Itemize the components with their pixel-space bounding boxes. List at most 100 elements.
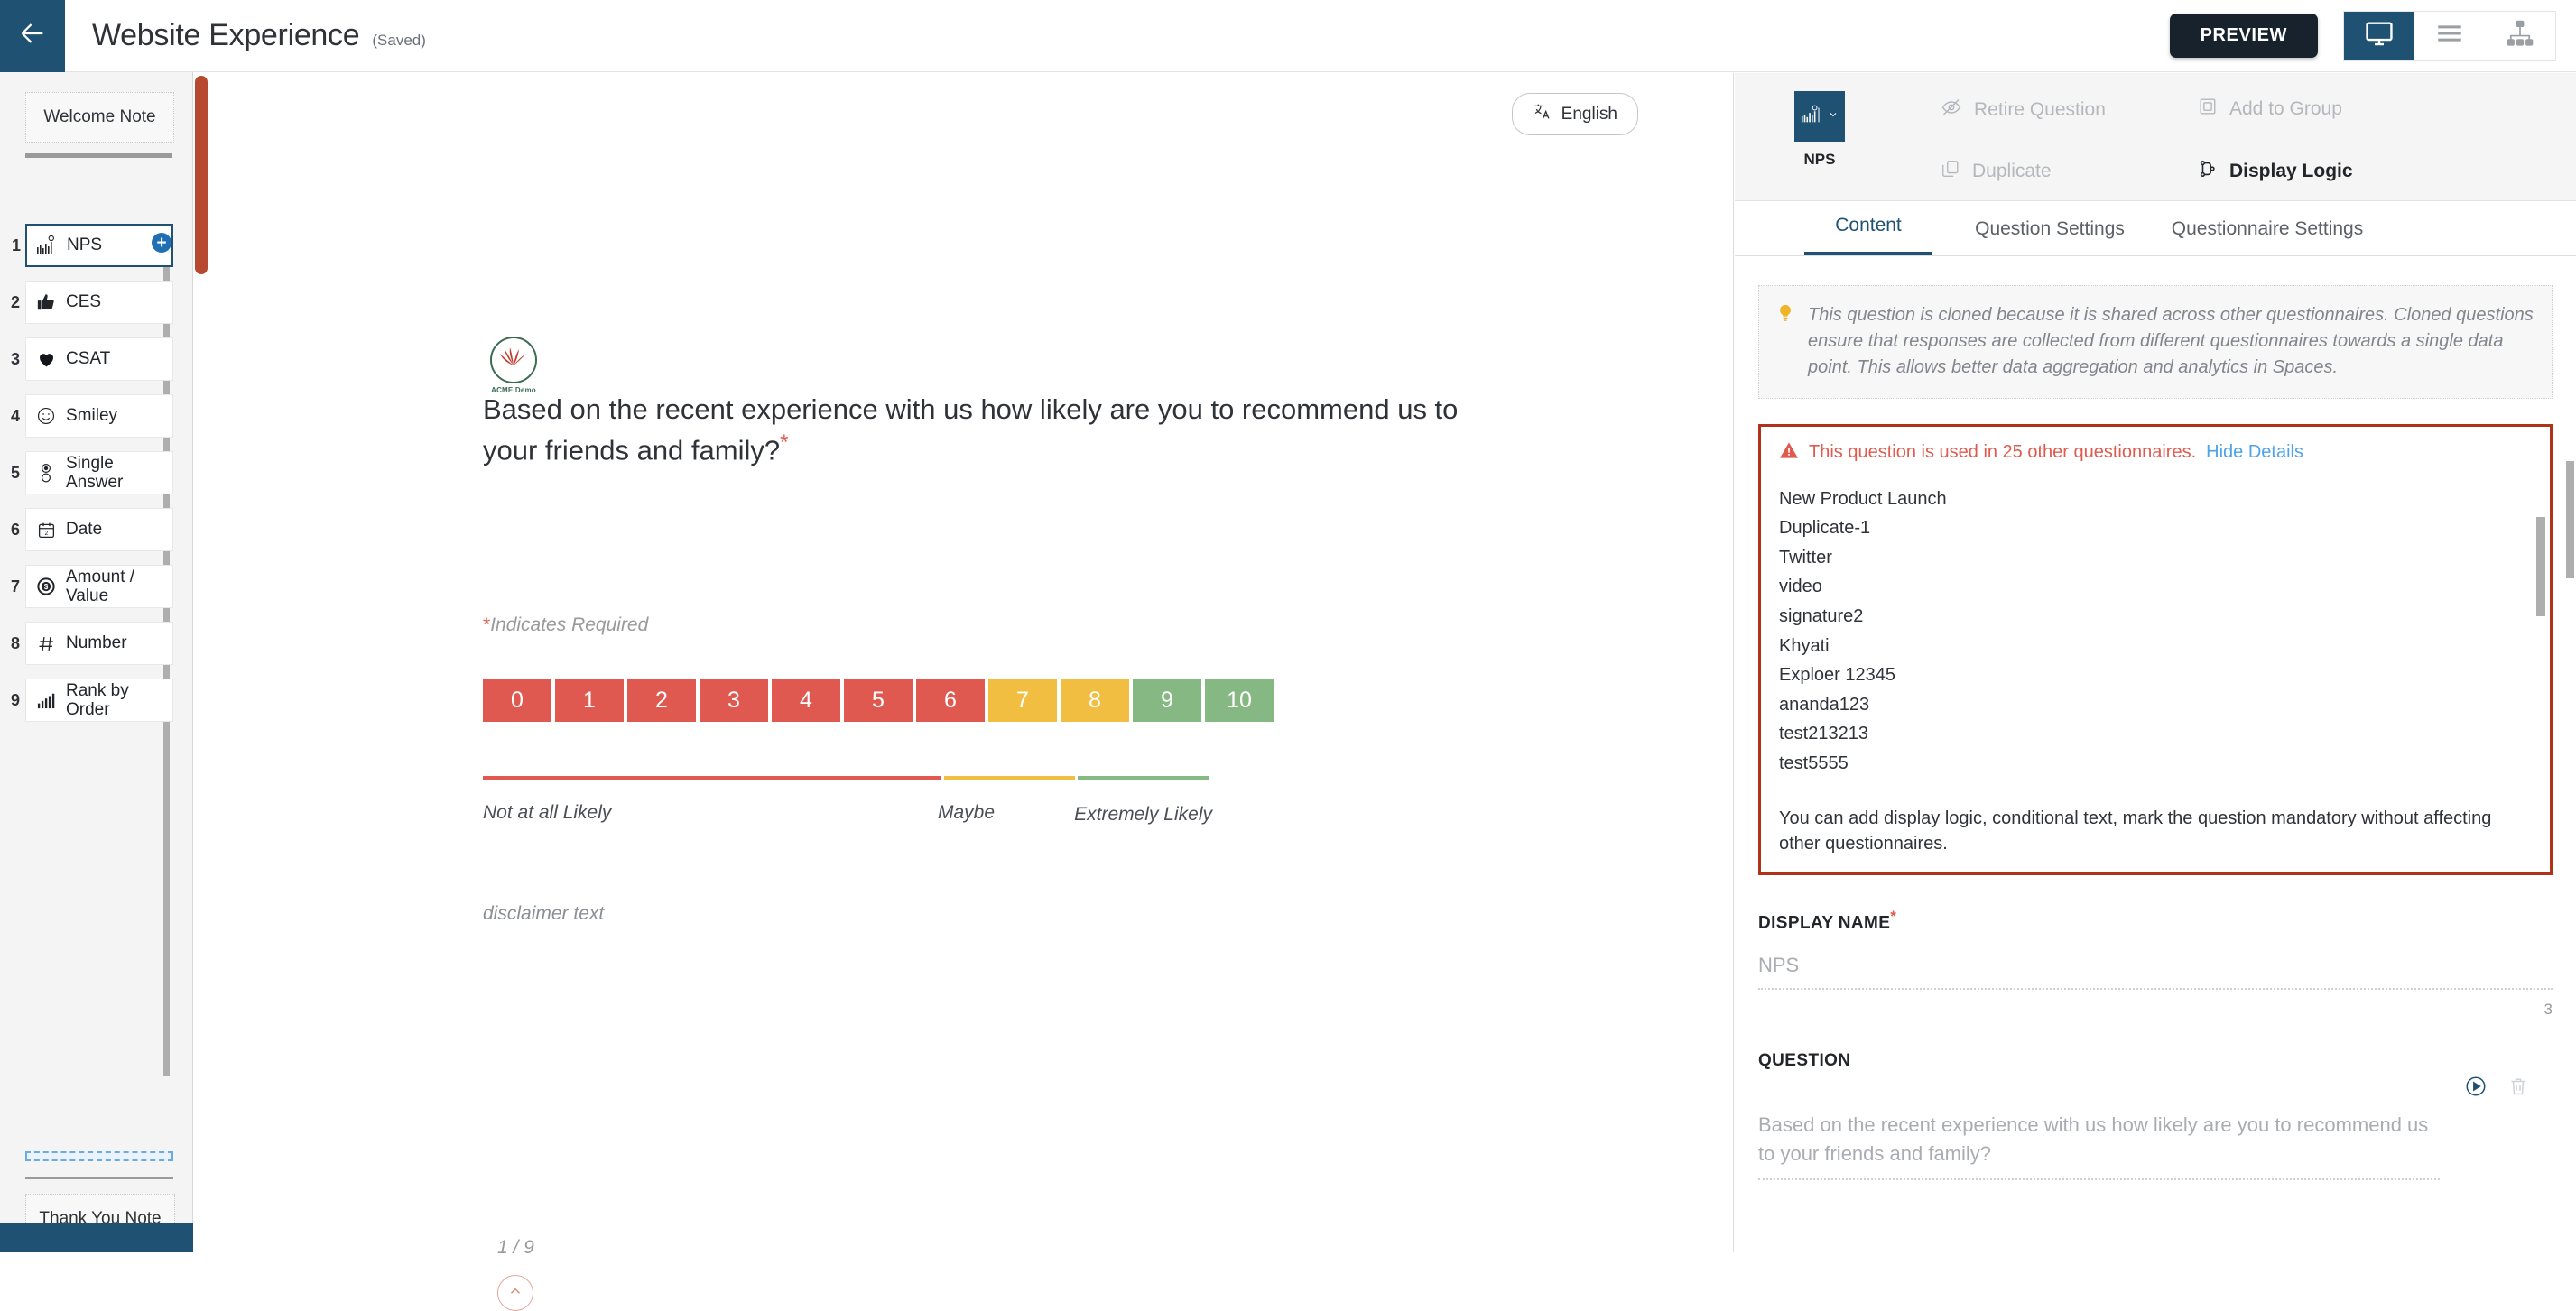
- required-asterisk: *: [780, 429, 789, 455]
- question-sidebar: Welcome Note 1 NPS + 2 CES 3 CSAT 4 Smil…: [0, 72, 193, 1252]
- view-mode-group: [2343, 10, 2556, 61]
- nps-option-10[interactable]: 10: [1205, 679, 1274, 722]
- warning-triangle-icon: [1779, 441, 1799, 465]
- page-indicator: 1 / 9: [497, 1237, 534, 1258]
- nps-option-5[interactable]: 5: [844, 679, 913, 722]
- questionnaire-list-item: signature2: [1779, 605, 1864, 626]
- question-type-selector[interactable]: [1794, 91, 1845, 142]
- question-label: Amount / Value: [66, 567, 135, 605]
- tab-content[interactable]: Content: [1804, 215, 1932, 255]
- warning-list-scrollbar[interactable]: [2536, 516, 2545, 616]
- preview-button[interactable]: PREVIEW: [2169, 14, 2318, 58]
- retire-question-button[interactable]: Retire Question: [1941, 97, 2106, 124]
- questionnaire-list-item: video: [1779, 577, 1822, 597]
- sidebar-item-number[interactable]: 8 Number: [11, 622, 173, 665]
- question-number: 6: [10, 520, 20, 539]
- duplicate-button[interactable]: Duplicate: [1941, 159, 2052, 184]
- question-label: NPS: [67, 235, 103, 255]
- svg-text:2: 2: [44, 530, 48, 536]
- nps-bar-passive: [943, 776, 1075, 780]
- question-slot: 4 Smiley: [0, 394, 193, 451]
- view-sitemap-button[interactable]: [2485, 12, 2555, 60]
- question-number: 8: [10, 633, 20, 652]
- question-number: 7: [10, 577, 20, 595]
- sidebar-item-smiley[interactable]: 4 Smiley: [11, 394, 173, 438]
- scroll-up-button[interactable]: [497, 1275, 533, 1311]
- display-name-label: DISPLAY NAME*: [1758, 908, 2553, 933]
- retire-question-label: Retire Question: [1974, 99, 2106, 120]
- nps-option-2[interactable]: 2: [627, 679, 696, 722]
- sidebar-item-amount-value[interactable]: 7 $ Amount / Value: [11, 565, 173, 608]
- preview-disclaimer: disclaimer text: [483, 903, 605, 924]
- nps-option-1[interactable]: 1: [555, 679, 624, 722]
- display-name-input[interactable]: NPS: [1758, 954, 2553, 990]
- nps-option-7[interactable]: 7: [988, 679, 1057, 722]
- page-scroll-indicator[interactable]: [195, 76, 208, 274]
- question-slot: 1 NPS +: [0, 224, 193, 281]
- thumbs-up-icon: [26, 292, 66, 312]
- display-logic-label: Display Logic: [2229, 161, 2353, 181]
- tab-questionnaire-settings[interactable]: Questionnaire Settings: [2156, 218, 2378, 255]
- cloned-question-notice: This question is cloned because it is sh…: [1758, 285, 2553, 399]
- question-label: Date: [66, 520, 103, 540]
- brand-logo: ACME Demo: [490, 337, 537, 394]
- question-slot: 8 Number: [0, 622, 193, 679]
- question-slot: 7 $ Amount / Value: [0, 565, 193, 622]
- questionnaire-list-item: Khyati: [1779, 635, 1830, 656]
- add-question-button[interactable]: +: [152, 233, 171, 253]
- nps-option-6[interactable]: 6: [916, 679, 985, 722]
- sidebar-item-single-answer[interactable]: 5 Single Answer: [11, 451, 173, 494]
- editor-toolbar: NPS Retire Question Duplicate Add to Gro…: [1735, 73, 2576, 201]
- hide-details-link[interactable]: Hide Details: [2206, 442, 2303, 463]
- play-circle-icon[interactable]: [2464, 1075, 2488, 1103]
- questionnaire-list-item: Exploer 12345: [1779, 665, 1895, 686]
- display-name-label-text: DISPLAY NAME: [1758, 913, 1891, 933]
- sidebar-welcome-note[interactable]: Welcome Note: [25, 92, 174, 143]
- sidebar-item-date[interactable]: 6 2 Date: [11, 508, 173, 551]
- display-logic-button[interactable]: Display Logic: [2198, 159, 2353, 184]
- questionnaire-list-item: ananda123: [1779, 694, 1870, 715]
- editor-panel-scrollbar[interactable]: [2566, 461, 2574, 578]
- nps-option-0[interactable]: 0: [483, 679, 551, 722]
- scale-label-right: Extremely Likely: [1074, 804, 1212, 825]
- sidebar-item-nps[interactable]: 1 NPS: [12, 224, 173, 267]
- copy-icon: [1941, 159, 1960, 184]
- top-bar: Website Experience (Saved) PREVIEW: [0, 0, 2576, 72]
- question-label: Smiley: [66, 406, 118, 426]
- question-number: 1: [11, 235, 21, 254]
- required-asterisk: *: [483, 614, 491, 635]
- add-to-group-label: Add to Group: [2229, 98, 2342, 119]
- back-button[interactable]: [0, 0, 65, 72]
- question-type-label: NPS: [1803, 151, 1836, 168]
- sidebar-item-csat[interactable]: 3 CSAT: [11, 337, 173, 381]
- view-list-button[interactable]: [2414, 12, 2485, 60]
- sidebar-item-ces[interactable]: 2 CES: [11, 281, 173, 324]
- view-desktop-button[interactable]: [2344, 11, 2414, 60]
- eye-slash-icon: [1941, 97, 1962, 124]
- nps-option-9[interactable]: 9: [1133, 679, 1201, 722]
- questionnaire-list-item: Duplicate-1: [1779, 518, 1871, 539]
- question-number: 5: [10, 463, 20, 482]
- tab-question-settings[interactable]: Question Settings: [1960, 218, 2140, 255]
- question-number: 3: [10, 349, 20, 368]
- question-label: Single Answer: [66, 453, 124, 492]
- nps-option-4[interactable]: 4: [772, 679, 840, 722]
- warning-message: This question is used in 25 other questi…: [1809, 442, 2197, 463]
- nps-bars-icon: [27, 235, 67, 255]
- preview-question-text: Based on the recent experience with us h…: [483, 391, 1476, 468]
- nps-option-8[interactable]: 8: [1061, 679, 1129, 722]
- question-slot: 5 Single Answer: [0, 451, 193, 508]
- trash-icon[interactable]: [2507, 1076, 2529, 1102]
- add-to-group-button[interactable]: Add to Group: [2198, 97, 2342, 122]
- sidebar-item-rank-by-order[interactable]: 9 Rank by Order: [11, 679, 173, 722]
- question-slot: 6 2 Date: [0, 508, 193, 565]
- nps-option-3[interactable]: 3: [700, 679, 768, 722]
- question-text-input[interactable]: Based on the recent experience with us h…: [1758, 1111, 2440, 1181]
- language-selector[interactable]: English: [1511, 93, 1638, 135]
- sidebar-footer-bar: [0, 1223, 193, 1252]
- arrow-left-icon: [17, 18, 48, 53]
- question-label: Rank by Order: [66, 680, 129, 719]
- question-slot: 2 CES: [0, 281, 193, 337]
- lightbulb-icon: [1775, 302, 1795, 382]
- question-number: 4: [10, 406, 20, 425]
